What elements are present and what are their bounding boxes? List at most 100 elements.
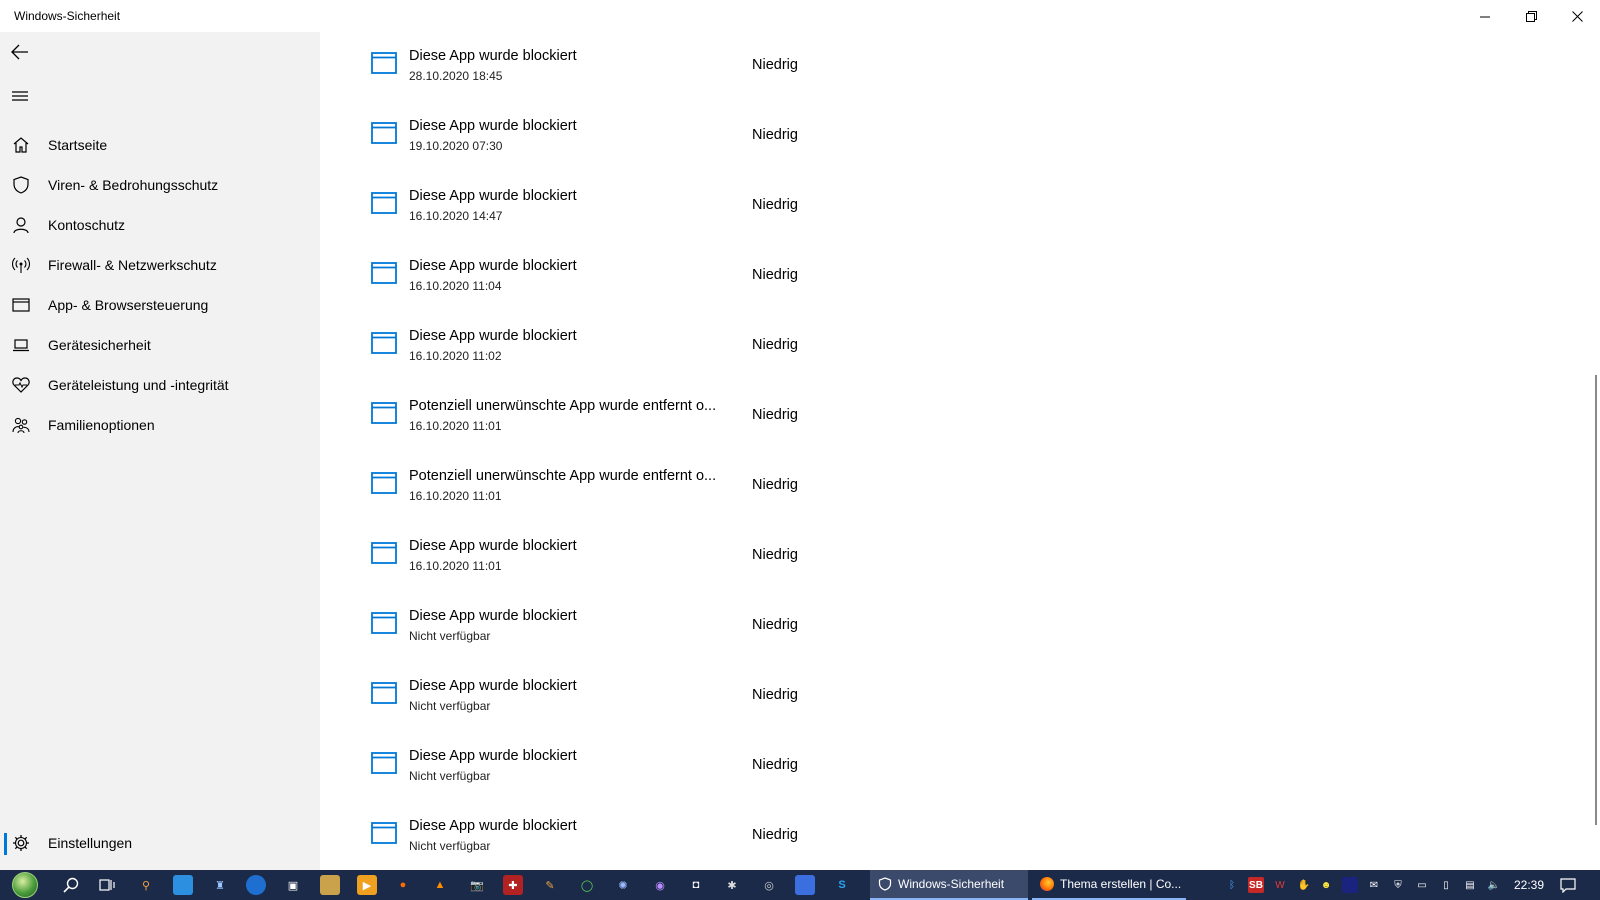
history-row[interactable]: Diese App wurde blockiert 16.10.2020 11:0… bbox=[320, 522, 1520, 592]
heart-icon bbox=[0, 377, 42, 393]
menu-button[interactable] bbox=[0, 76, 40, 116]
history-item-severity: Niedrig bbox=[752, 267, 798, 283]
sidebar-item-app-browser[interactable]: App- & Browsersteuerung bbox=[0, 285, 320, 325]
sidebar: Startseite Viren- & Bedrohungsschutz Kon… bbox=[0, 32, 320, 870]
sidebar-item-startseite[interactable]: Startseite bbox=[0, 125, 320, 165]
history-row[interactable]: Diese App wurde blockiert 16.10.2020 14:4… bbox=[320, 172, 1520, 242]
red-tool-icon[interactable]: ✚ bbox=[503, 875, 523, 895]
volume-icon[interactable]: 🔈 bbox=[1486, 877, 1502, 893]
close-button[interactable] bbox=[1554, 0, 1600, 32]
history-item-date: 28.10.2020 18:45 bbox=[409, 69, 503, 83]
smiley-icon[interactable]: ☻ bbox=[1318, 877, 1334, 893]
display-tray-icon[interactable]: ▭ bbox=[1414, 877, 1430, 893]
sidebar-item-geraetesicherheit[interactable]: Gerätesicherheit bbox=[0, 325, 320, 365]
sidebar-item-firewall[interactable]: Firewall- & Netzwerkschutz bbox=[0, 245, 320, 285]
sidebar-item-label: Geräteleistung und -integrität bbox=[48, 377, 229, 393]
app-window-icon bbox=[371, 402, 397, 424]
history-row[interactable]: Diese App wurde blockiert Nicht verfügbar… bbox=[320, 662, 1520, 732]
shield-icon bbox=[878, 877, 892, 891]
camera-icon[interactable]: 📷 bbox=[467, 875, 487, 895]
sidebar-item-geraeteleistung[interactable]: Geräteleistung und -integrität bbox=[0, 365, 320, 405]
sidebar-item-label: App- & Browsersteuerung bbox=[48, 297, 209, 313]
restore-button[interactable] bbox=[1508, 0, 1554, 32]
sidebar-item-kontoschutz[interactable]: Kontoschutz bbox=[0, 205, 320, 245]
sidebar-item-label: Firewall- & Netzwerkschutz bbox=[48, 257, 217, 273]
mail-icon[interactable]: ✉ bbox=[1366, 877, 1382, 893]
history-item-severity: Niedrig bbox=[752, 757, 798, 773]
task-firefox[interactable]: Thema erstellen | Co... bbox=[1032, 870, 1186, 900]
vertical-scrollbar[interactable] bbox=[1595, 375, 1597, 825]
restore-icon bbox=[1525, 10, 1537, 22]
minimize-button[interactable] bbox=[1462, 0, 1508, 32]
history-item-severity: Niedrig bbox=[752, 127, 798, 143]
firefox-icon bbox=[1040, 877, 1054, 891]
sidebar-item-viren[interactable]: Viren- & Bedrohungsschutz bbox=[0, 165, 320, 205]
home-icon bbox=[0, 136, 42, 154]
blue-app-icon[interactable] bbox=[795, 875, 815, 895]
media-player-icon[interactable]: ▶ bbox=[357, 875, 377, 895]
task-label: Windows-Sicherheit bbox=[898, 877, 1005, 891]
bluetooth-icon[interactable]: ᛒ bbox=[1224, 877, 1240, 893]
defender-tray-icon[interactable]: ⛨ bbox=[1390, 877, 1406, 893]
back-button[interactable] bbox=[0, 32, 40, 72]
history-item-title: Diese App wurde blockiert bbox=[409, 48, 577, 64]
sidebar-item-label: Einstellungen bbox=[48, 835, 133, 851]
purple-circle-icon[interactable]: ◉ bbox=[650, 875, 670, 895]
app-window-icon bbox=[371, 332, 397, 354]
skype-icon[interactable]: S bbox=[832, 875, 852, 895]
archive-icon[interactable] bbox=[320, 875, 340, 895]
sidebar-item-einstellungen[interactable]: Einstellungen bbox=[0, 823, 320, 863]
network-icon[interactable]: ▤ bbox=[1462, 877, 1478, 893]
settings-wheel-icon[interactable]: ✺ bbox=[613, 875, 633, 895]
shield-icon bbox=[0, 176, 42, 194]
search-icon[interactable] bbox=[61, 875, 81, 895]
usb-icon[interactable]: ▯ bbox=[1438, 877, 1454, 893]
history-item-date: Nicht verfügbar bbox=[409, 699, 491, 713]
app-window-icon bbox=[371, 822, 397, 844]
history-row[interactable]: Diese App wurde blockiert 28.10.2020 18:4… bbox=[320, 32, 1520, 102]
history-item-severity: Niedrig bbox=[752, 827, 798, 843]
tower-icon[interactable]: ♜ bbox=[210, 875, 230, 895]
w-tray-icon[interactable]: W bbox=[1272, 877, 1288, 893]
history-row[interactable]: Diese App wurde blockiert Nicht verfügbar… bbox=[320, 802, 1520, 870]
history-row[interactable]: Diese App wurde blockiert 16.10.2020 11:0… bbox=[320, 312, 1520, 382]
app-window-icon bbox=[371, 192, 397, 214]
hamburger-menu-icon bbox=[12, 91, 28, 101]
vlc-icon[interactable]: ▲ bbox=[430, 875, 450, 895]
task-view-icon[interactable] bbox=[97, 875, 117, 895]
history-row[interactable]: Potenziell unerwünschte App wurde entfer… bbox=[320, 452, 1520, 522]
app-window-icon bbox=[371, 472, 397, 494]
store-icon[interactable]: ▣ bbox=[283, 875, 303, 895]
globe-icon[interactable] bbox=[246, 875, 266, 895]
start-button[interactable] bbox=[8, 871, 42, 899]
green-circle-icon[interactable]: ◯ bbox=[577, 875, 597, 895]
sb-tray-icon[interactable]: SB bbox=[1248, 877, 1264, 893]
notifications-icon[interactable] bbox=[1560, 877, 1576, 893]
minimize-icon bbox=[1479, 16, 1490, 17]
figure-icon[interactable]: ✱ bbox=[722, 875, 742, 895]
app-icon-1[interactable] bbox=[173, 875, 193, 895]
sidebar-item-familienoptionen[interactable]: Familienoptionen bbox=[0, 405, 320, 445]
chat-icon[interactable]: ◘ bbox=[686, 875, 706, 895]
history-row[interactable]: Diese App wurde blockiert Nicht verfügbar… bbox=[320, 732, 1520, 802]
search-tool-icon[interactable]: ⚲ bbox=[136, 875, 156, 895]
history-row[interactable]: Diese App wurde blockiert 19.10.2020 07:3… bbox=[320, 102, 1520, 172]
pen-tool-icon[interactable]: ✎ bbox=[540, 875, 560, 895]
sidebar-item-label: Gerätesicherheit bbox=[48, 337, 151, 353]
app-window-icon bbox=[371, 52, 397, 74]
history-item-title: Diese App wurde blockiert bbox=[409, 118, 577, 134]
history-row[interactable]: Diese App wurde blockiert Nicht verfügbar… bbox=[320, 592, 1520, 662]
laptop-icon bbox=[0, 337, 42, 353]
task-windows-sicherheit[interactable]: Windows-Sicherheit bbox=[870, 870, 1028, 900]
sidebar-item-label: Familienoptionen bbox=[48, 417, 155, 433]
history-row[interactable]: Potenziell unerwünschte App wurde entfer… bbox=[320, 382, 1520, 452]
clock[interactable]: 22:39 bbox=[1514, 878, 1544, 892]
disc-icon[interactable]: ◎ bbox=[759, 875, 779, 895]
history-item-severity: Niedrig bbox=[752, 687, 798, 703]
orange-dot-icon[interactable]: ● bbox=[393, 875, 413, 895]
history-row[interactable]: Diese App wurde blockiert 16.10.2020 11:0… bbox=[320, 242, 1520, 312]
family-icon bbox=[0, 416, 42, 434]
shell-tray-icon[interactable]: ✋ bbox=[1296, 877, 1312, 893]
monitor-tray-icon[interactable] bbox=[1342, 877, 1358, 893]
history-item-title: Potenziell unerwünschte App wurde entfer… bbox=[409, 468, 717, 484]
